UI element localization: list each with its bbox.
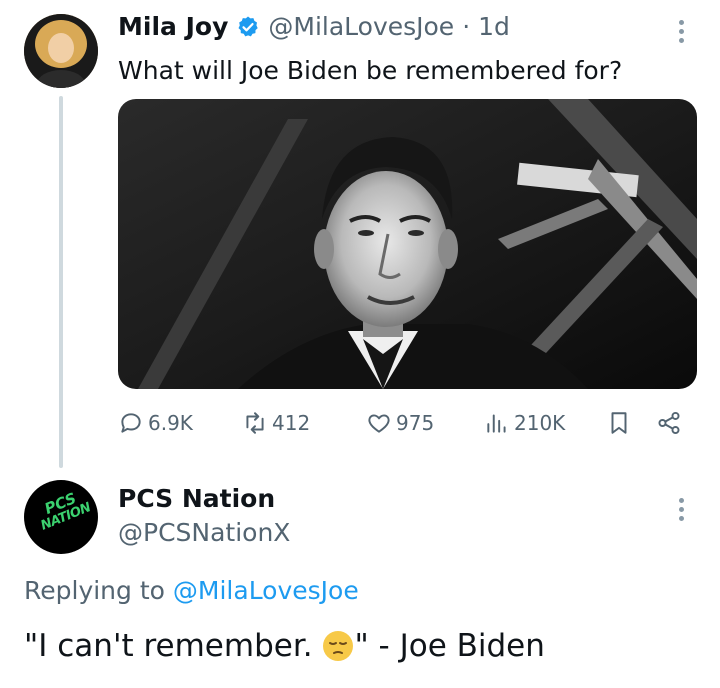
retweet-icon	[246, 412, 264, 434]
avatar-photo	[24, 14, 98, 88]
author-name[interactable]: Mila Joy	[118, 12, 228, 41]
bookmark-button[interactable]	[606, 410, 632, 436]
retweet-count: 412	[272, 411, 311, 435]
retweet-button[interactable]: 412	[242, 410, 310, 436]
reply-text-part1: "I can't remember.	[24, 628, 323, 664]
reply-count: 6.9K	[148, 411, 193, 435]
more-options-icon[interactable]	[678, 20, 684, 43]
thread-connector-line	[59, 96, 63, 468]
like-button[interactable]: 975	[366, 410, 434, 436]
replying-to-line: Replying to @MilaLovesJoe	[24, 576, 359, 605]
reply-more-options-icon[interactable]	[678, 498, 684, 521]
share-button[interactable]	[656, 410, 682, 436]
reply-author-handle[interactable]: @PCSNationX	[118, 518, 290, 547]
replying-to-link[interactable]: @MilaLovesJoe	[173, 576, 359, 605]
tweet-header: Mila Joy @MilaLovesJoe · 1d	[118, 12, 510, 41]
reply-text: "I can't remember. " - Joe Biden	[24, 628, 545, 664]
share-icon	[658, 411, 680, 435]
avatar[interactable]	[24, 14, 98, 88]
reply-icon	[121, 413, 141, 433]
verified-badge-icon	[236, 15, 260, 39]
tweet-photo[interactable]	[118, 99, 697, 389]
reply-button[interactable]: 6.9K	[118, 410, 193, 436]
dot-separator: ·	[462, 12, 471, 41]
avatar-logo: PCS NATION	[27, 485, 98, 536]
tweet-time[interactable]: 1d	[478, 12, 510, 41]
author-handle[interactable]: @MilaLovesJoe	[268, 12, 454, 41]
pensive-face-emoji-icon	[322, 630, 354, 662]
black-and-white-portrait-image	[118, 99, 697, 389]
tweet-text: What will Joe Biden be remembered for?	[118, 56, 623, 85]
avatar[interactable]: PCS NATION	[24, 480, 98, 554]
views-button[interactable]: 210K	[484, 410, 565, 436]
reply-text-part2: " - Joe Biden	[354, 628, 545, 664]
views-count: 210K	[514, 411, 566, 435]
bookmark-icon	[611, 412, 627, 434]
heart-icon	[368, 414, 390, 433]
views-bar-chart-icon	[487, 414, 506, 433]
replying-to-prefix: Replying to	[24, 576, 165, 605]
like-count: 975	[396, 411, 435, 435]
reply-author-name[interactable]: PCS Nation	[118, 484, 275, 513]
